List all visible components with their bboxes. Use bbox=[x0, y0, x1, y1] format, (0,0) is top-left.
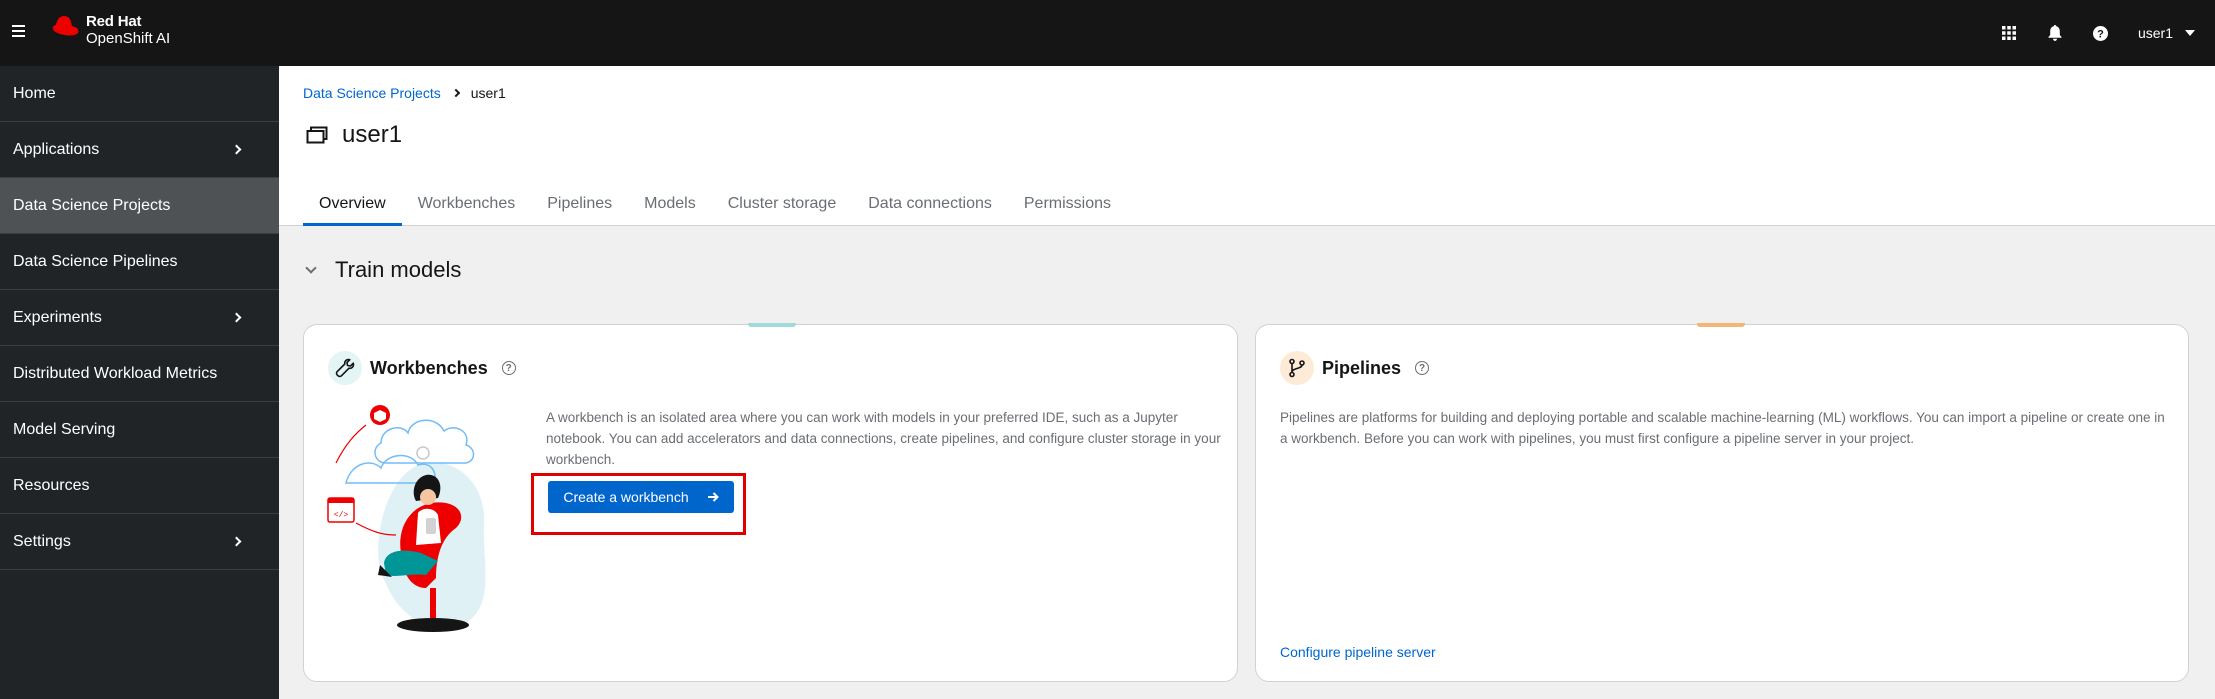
card-accent-bar bbox=[1697, 323, 1745, 327]
code-branch-icon bbox=[1280, 351, 1314, 385]
masthead: Red Hat OpenShift AI ? user1 bbox=[0, 0, 2215, 66]
help-icon[interactable]: ? bbox=[1415, 361, 1430, 375]
sidebar-item-label: Applications bbox=[13, 140, 100, 158]
caret-down-icon bbox=[2185, 30, 2195, 36]
sidebar-item-experiments[interactable]: Experiments bbox=[0, 290, 279, 346]
sidebar-item-label: Home bbox=[13, 84, 56, 102]
tab-permissions[interactable]: Permissions bbox=[1008, 189, 1127, 226]
page-title-text: user1 bbox=[342, 121, 403, 148]
username: user1 bbox=[2137, 25, 2173, 41]
bell-icon[interactable] bbox=[2032, 0, 2078, 66]
tab-cluster-storage[interactable]: Cluster storage bbox=[712, 189, 853, 226]
breadcrumb-link-projects[interactable]: Data Science Projects bbox=[303, 85, 441, 101]
help-icon[interactable]: ? bbox=[2078, 0, 2124, 66]
section-title: Train models bbox=[335, 257, 462, 282]
card-accent-bar bbox=[748, 323, 796, 327]
workbench-illustration: </> bbox=[327, 405, 486, 632]
tab-overview[interactable]: Overview bbox=[303, 189, 402, 226]
red-hat-icon bbox=[52, 16, 79, 36]
sidebar-item-label: Experiments bbox=[13, 308, 102, 326]
sidebar-item-model-serving[interactable]: Model Serving bbox=[0, 402, 279, 458]
hamburger-menu-icon[interactable] bbox=[12, 20, 28, 42]
project-tabs: Overview Workbenches Pipelines Models Cl… bbox=[303, 189, 1127, 226]
sidebar-item-distributed-workload-metrics[interactable]: Distributed Workload Metrics bbox=[0, 346, 279, 402]
sidebar-item-data-science-pipelines[interactable]: Data Science Pipelines bbox=[0, 234, 279, 290]
sidebar-item-data-science-projects[interactable]: Data Science Projects bbox=[0, 178, 279, 234]
card-description: Pipelines are platforms for building and… bbox=[1280, 410, 2165, 446]
configure-pipeline-server-link[interactable]: Configure pipeline server bbox=[1280, 644, 1436, 660]
sidebar-item-label: Model Serving bbox=[13, 420, 116, 438]
user-menu-toggle[interactable]: user1 bbox=[2124, 25, 2215, 41]
sidebar-item-settings[interactable]: Settings bbox=[0, 514, 279, 570]
pipelines-card: Pipelines ? Pipelines are platforms for … bbox=[1255, 323, 2189, 682]
workbenches-card: Workbenches ? </> A workbench is an isol… bbox=[303, 323, 1238, 682]
tab-workbenches[interactable]: Workbenches bbox=[402, 189, 532, 226]
card-title: Workbenches bbox=[370, 357, 488, 378]
sidebar-item-label: Resources bbox=[13, 476, 90, 494]
wrench-icon bbox=[328, 351, 362, 385]
page-title: user1 bbox=[306, 121, 402, 149]
sidebar-item-label: Settings bbox=[13, 532, 71, 550]
brand-name: Red Hat bbox=[86, 13, 142, 30]
sidebar-nav: Home Applications Data Science Projects … bbox=[0, 66, 279, 699]
chevron-right-icon bbox=[231, 312, 242, 323]
card-title: Pipelines bbox=[1322, 357, 1402, 378]
main-content: Data Science Projects user1 user1 Overvi… bbox=[279, 66, 2215, 699]
tab-models[interactable]: Models bbox=[628, 189, 712, 226]
breadcrumb-separator-icon bbox=[451, 88, 460, 98]
app-launcher-icon[interactable] bbox=[1986, 0, 2032, 66]
sidebar-item-label: Data Science Pipelines bbox=[13, 252, 178, 270]
train-models-section-toggle[interactable]: Train models bbox=[303, 257, 461, 283]
svg-text:?: ? bbox=[2098, 28, 2105, 40]
chevron-right-icon bbox=[231, 144, 242, 155]
chevron-down-icon bbox=[305, 262, 317, 274]
product-name: OpenShift AI bbox=[86, 30, 171, 47]
help-icon[interactable]: ? bbox=[501, 361, 516, 375]
project-folder-icon bbox=[306, 126, 328, 144]
highlight-annotation-box bbox=[531, 473, 746, 535]
tab-pipelines[interactable]: Pipelines bbox=[531, 189, 628, 226]
sidebar-item-home[interactable]: Home bbox=[0, 66, 279, 122]
breadcrumb: Data Science Projects user1 bbox=[303, 85, 506, 101]
card-description: A workbench is an isolated area where yo… bbox=[546, 410, 1221, 467]
sidebar-item-label: Distributed Workload Metrics bbox=[13, 364, 218, 382]
sidebar-item-applications[interactable]: Applications bbox=[0, 122, 279, 178]
tab-data-connections[interactable]: Data connections bbox=[852, 189, 1008, 226]
chevron-right-icon bbox=[231, 536, 242, 547]
brand-logo[interactable]: Red Hat OpenShift AI bbox=[50, 13, 170, 47]
sidebar-item-resources[interactable]: Resources bbox=[0, 458, 279, 514]
page-header: Data Science Projects user1 user1 Overvi… bbox=[279, 66, 2215, 226]
svg-text:</>: </> bbox=[334, 511, 349, 520]
breadcrumb-current: user1 bbox=[470, 85, 506, 101]
sidebar-item-label: Data Science Projects bbox=[13, 196, 171, 214]
